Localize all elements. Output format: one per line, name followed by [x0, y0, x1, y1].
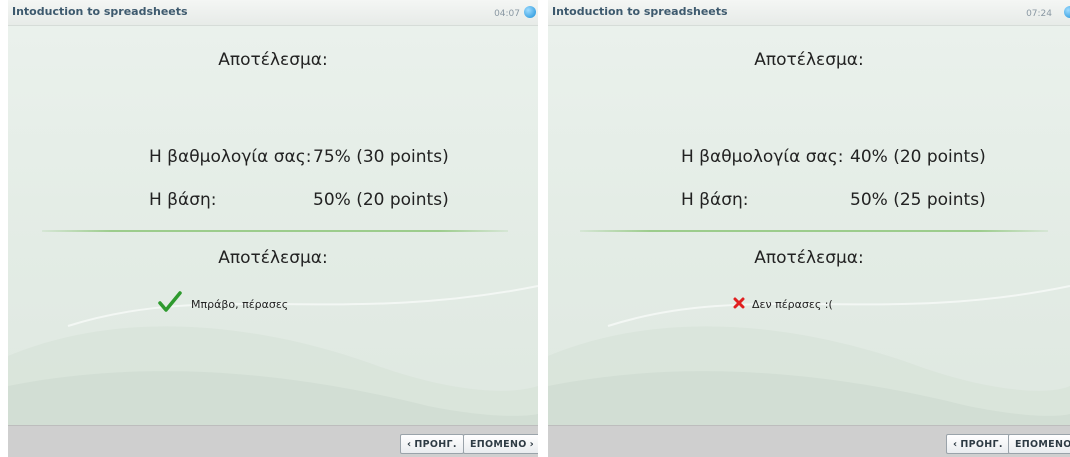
title-bar: Intoduction to spreadsheets 04:07 — [8, 0, 538, 26]
course-title: Intoduction to spreadsheets — [12, 5, 188, 18]
previous-button[interactable]: ‹ ΠΡΟΗΓ. — [946, 434, 1010, 454]
chevron-right-icon: › — [529, 438, 535, 450]
score-label: Η βαθμολογία σας: — [149, 147, 312, 167]
pass-value: 50% (20 points) — [313, 190, 449, 210]
outcome-text: Δεν πέρασες :( — [752, 298, 833, 311]
background-wave-decoration — [8, 285, 538, 425]
next-button[interactable]: ΕΠΟΜΕΝΟ › — [463, 434, 538, 454]
cross-icon — [733, 297, 745, 309]
chevron-left-icon: ‹ — [407, 438, 412, 450]
slide-stage: Αποτέλεσμα: Η βαθμολογία σας: 40% (20 po… — [548, 26, 1070, 425]
chevron-left-icon: ‹ — [953, 438, 958, 450]
navigation-footer: ‹ ΠΡΟΗΓ. ΕΠΟΜΕΝΟ › — [548, 425, 1070, 457]
quiz-result-panel-failed: Intoduction to spreadsheets 07:24 Αποτέλ… — [548, 0, 1070, 457]
status-globe-icon — [1064, 6, 1070, 18]
previous-button[interactable]: ‹ ΠΡΟΗΓ. — [400, 434, 464, 454]
status-globe-icon — [524, 6, 536, 18]
next-label: ΕΠΟΜΕΝΟ — [1015, 438, 1070, 450]
slide-stage: Αποτέλεσμα: Η βαθμολογία σας: 75% (30 po… — [8, 26, 538, 425]
score-value: 75% (30 points) — [313, 147, 449, 167]
course-title: Intoduction to spreadsheets — [552, 5, 728, 18]
outcome-text: Μπράβο, πέρασες — [191, 298, 289, 311]
title-bar: Intoduction to spreadsheets 07:24 — [548, 0, 1070, 26]
score-label: Η βαθμολογία σας: — [681, 147, 844, 167]
previous-label: ΠΡΟΗΓ. — [414, 438, 457, 450]
score-value: 40% (20 points) — [850, 147, 986, 167]
background-wave-decoration — [548, 285, 1070, 425]
pass-value: 50% (25 points) — [850, 190, 986, 210]
result-heading: Αποτέλεσμα: — [218, 50, 328, 70]
divider — [42, 230, 508, 232]
next-label: ΕΠΟΜΕΝΟ — [470, 438, 527, 450]
checkmark-icon — [158, 291, 182, 312]
timer: 04:07 — [494, 9, 520, 19]
pass-label: Η βάση: — [681, 190, 749, 210]
timer: 07:24 — [1026, 9, 1052, 19]
divider — [580, 230, 1048, 232]
pass-label: Η βάση: — [149, 190, 217, 210]
result-heading: Αποτέλεσμα: — [754, 50, 864, 70]
next-button[interactable]: ΕΠΟΜΕΝΟ › — [1008, 434, 1070, 454]
outcome-heading: Αποτέλεσμα: — [218, 248, 328, 268]
outcome-heading: Αποτέλεσμα: — [754, 248, 864, 268]
previous-label: ΠΡΟΗΓ. — [960, 438, 1003, 450]
quiz-result-panel-passed: Intoduction to spreadsheets 04:07 Αποτέλ… — [8, 0, 538, 457]
navigation-footer: ‹ ΠΡΟΗΓ. ΕΠΟΜΕΝΟ › — [8, 425, 538, 457]
